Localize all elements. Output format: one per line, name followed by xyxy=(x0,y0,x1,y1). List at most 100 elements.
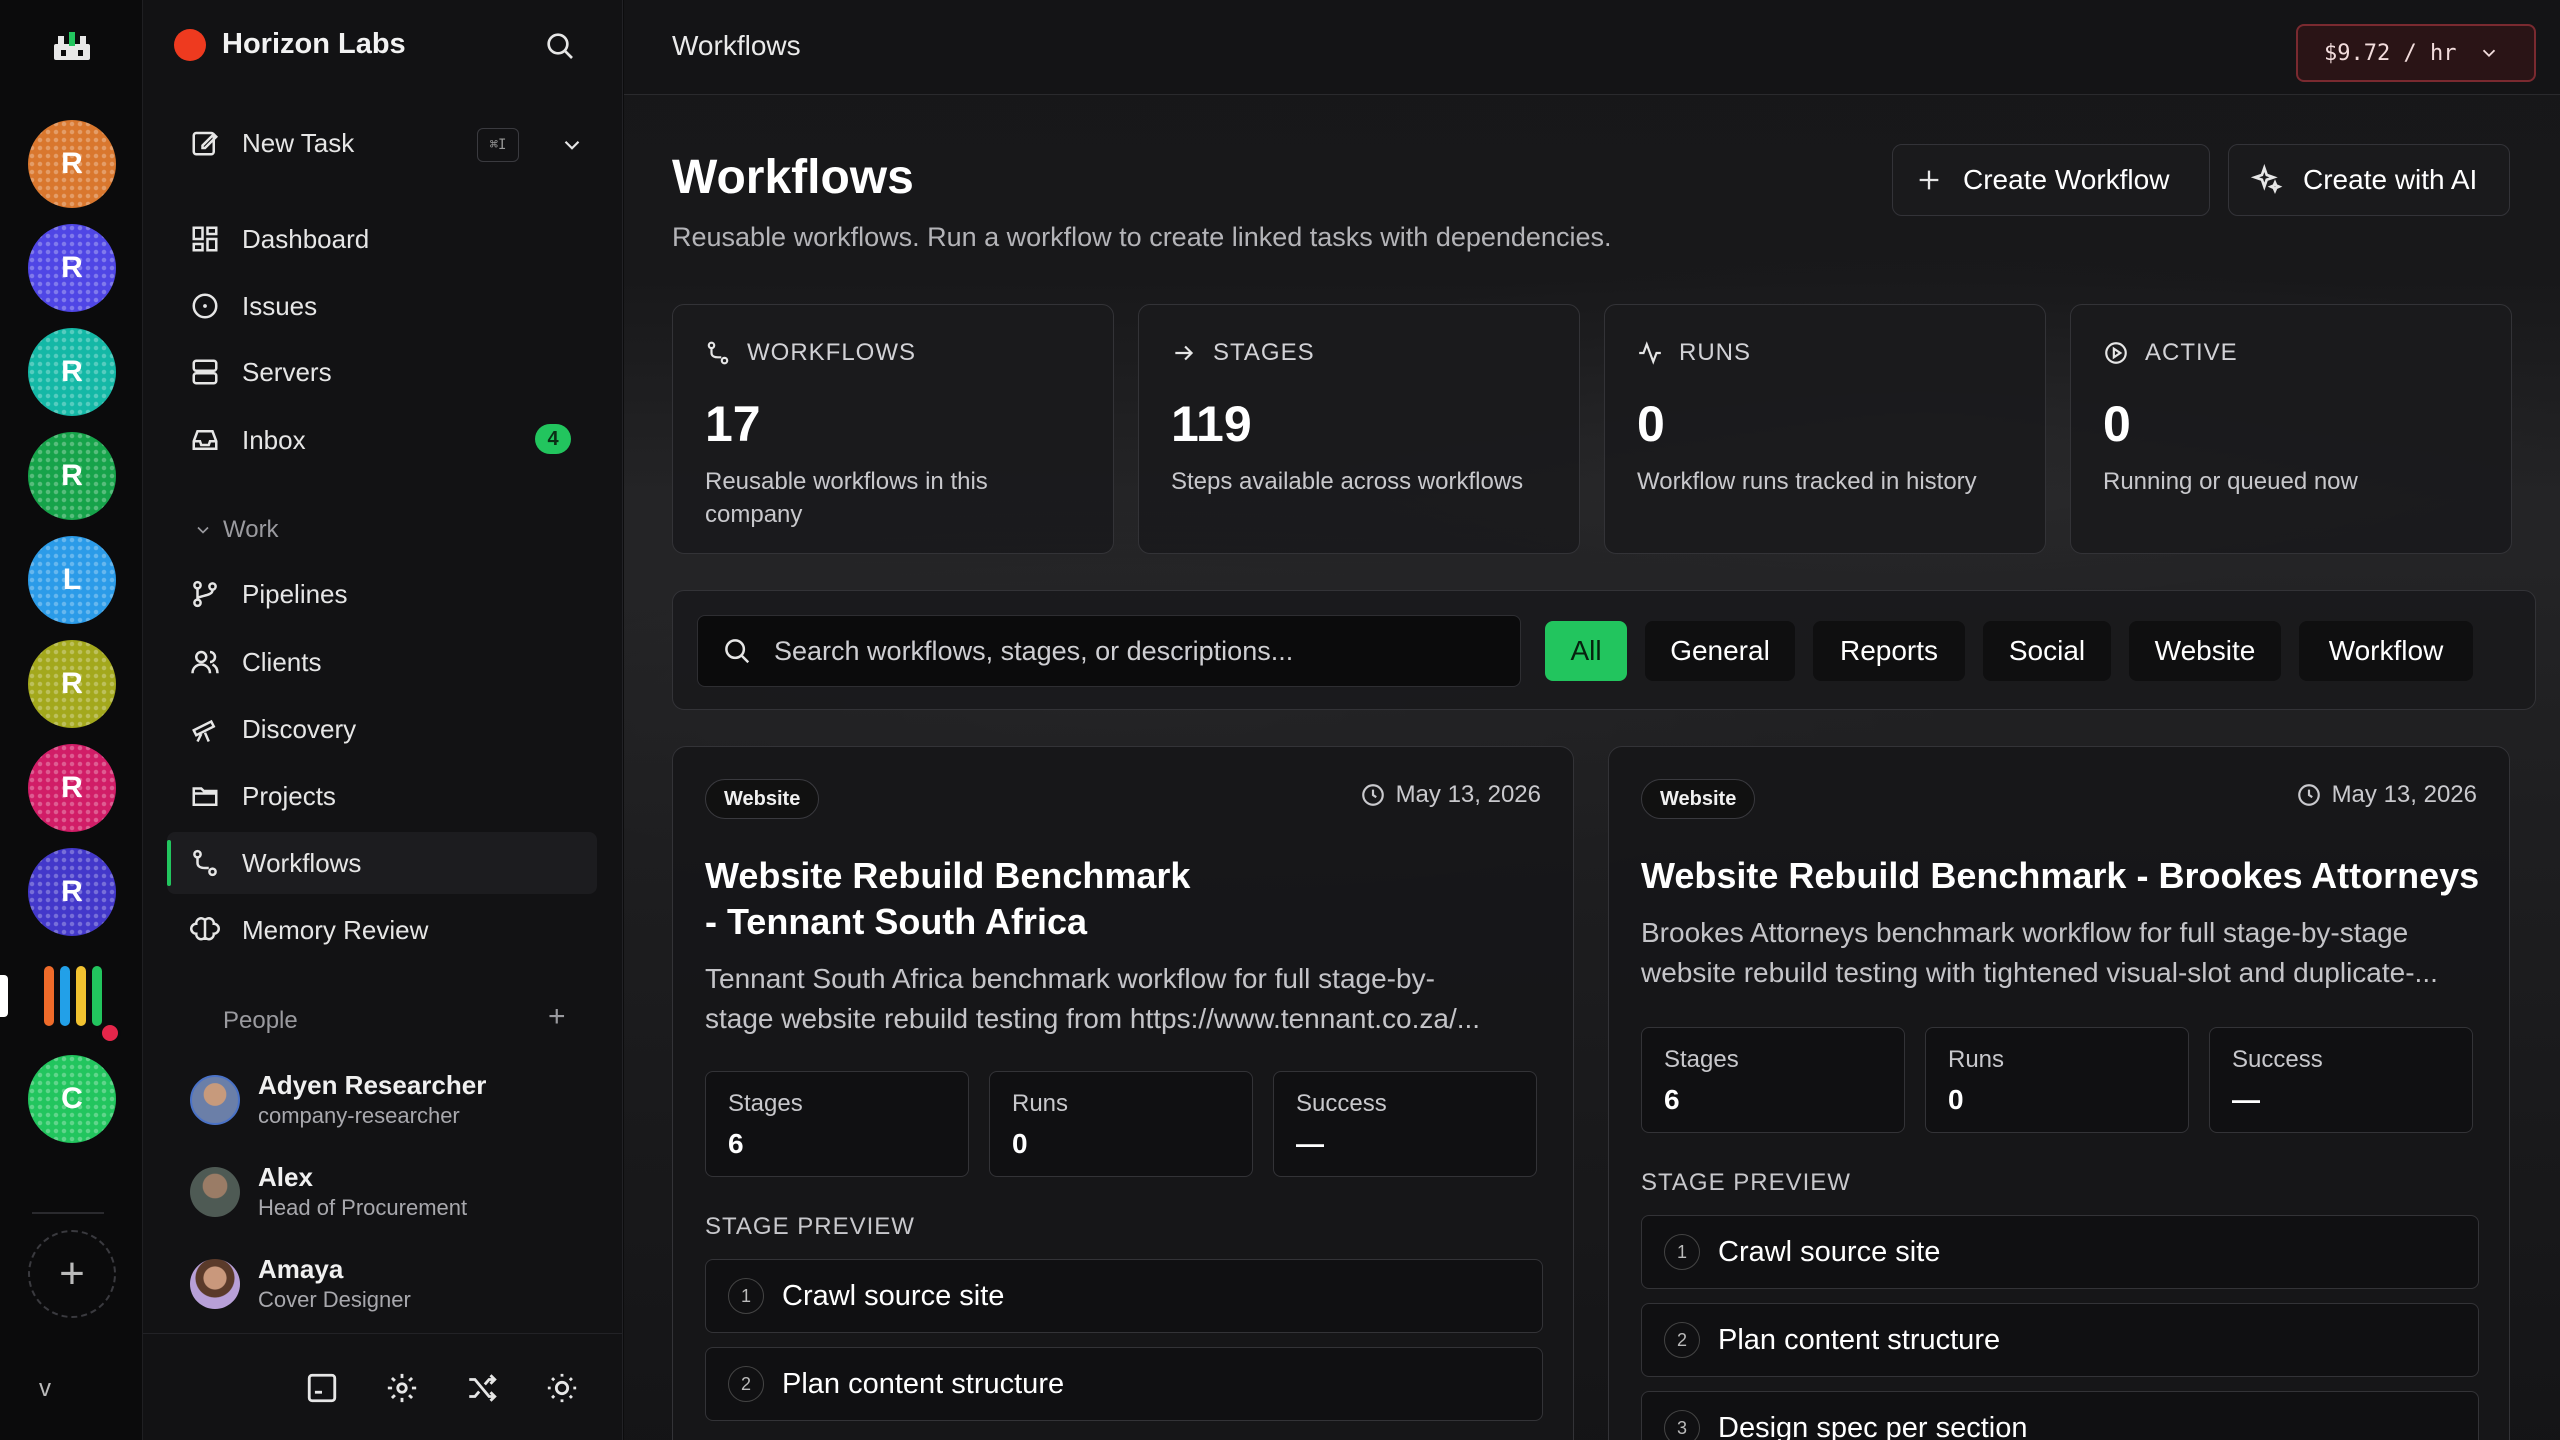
stat-description: Steps available across workflows xyxy=(1171,468,1524,495)
sidebar-item-inbox[interactable]: Inbox xyxy=(190,420,306,460)
sidebar-item-discovery[interactable]: Discovery xyxy=(190,709,356,749)
stage-preview-label: STAGE PREVIEW xyxy=(1641,1169,1851,1196)
sidebar-item-issues[interactable]: Issues xyxy=(190,286,317,326)
create-with-ai-button[interactable]: Create with AI xyxy=(2228,144,2510,216)
card-date-value: May 13, 2026 xyxy=(2331,781,2477,808)
company-avatar-2[interactable]: R xyxy=(28,224,116,312)
page-title: Workflows xyxy=(672,151,914,204)
search-input[interactable]: Search workflows, stages, or description… xyxy=(697,615,1521,687)
workflow-card[interactable]: Website May 13, 2026 Website Rebuild Ben… xyxy=(672,746,1574,1440)
stage-preview-item[interactable]: 1 Crawl source site xyxy=(705,1259,1543,1333)
stat-label: STAGES xyxy=(1213,339,1315,366)
stage-name: Crawl source site xyxy=(1718,1235,1941,1268)
new-task-button[interactable]: New Task xyxy=(190,123,354,163)
stages-metric: Stages 6 xyxy=(1641,1027,1905,1133)
company-avatar-4[interactable]: R xyxy=(28,432,116,520)
card-description: Tennant South Africa benchmark workflow … xyxy=(705,959,1480,1039)
sidebar-item-servers[interactable]: Servers xyxy=(190,352,332,392)
app-logo-icon[interactable] xyxy=(52,30,92,62)
sidebar-item-memory-review[interactable]: Memory Review xyxy=(190,910,428,950)
rail-divider xyxy=(32,1212,104,1214)
filter-chip-social[interactable]: Social xyxy=(1983,621,2111,681)
page-subtitle: Reusable workflows. Run a workflow to cr… xyxy=(672,222,1612,252)
stat-value: 17 xyxy=(705,396,761,452)
pipelines-icon xyxy=(193,580,217,608)
people-section-label: People xyxy=(223,1007,298,1034)
filter-chip-website[interactable]: Website xyxy=(2129,621,2281,681)
sidebar-item-label: Clients xyxy=(242,646,322,677)
new-task-shortcut: ⌘I xyxy=(477,128,519,162)
clock-icon xyxy=(1361,784,1384,806)
add-company-button[interactable]: + xyxy=(28,1230,116,1318)
cost-rate-dropdown[interactable]: $9.72 / hr xyxy=(2296,24,2536,82)
sidebar-item-label: Inbox xyxy=(242,424,306,455)
new-task-label: New Task xyxy=(242,127,355,158)
sidebar-item-pipelines[interactable]: Pipelines xyxy=(190,574,348,614)
work-section-toggle[interactable]: Work xyxy=(193,516,279,544)
sidebar-item-workflows[interactable]: Workflows xyxy=(190,843,361,883)
company-avatar-6[interactable]: R xyxy=(28,640,116,728)
filter-chip-all[interactable]: All xyxy=(1545,621,1627,681)
create-workflow-button[interactable]: Create Workflow xyxy=(1892,144,2210,216)
metric-value: 0 xyxy=(1948,1084,1964,1115)
panel-icon[interactable] xyxy=(305,1371,339,1405)
company-avatar-8[interactable]: R xyxy=(28,848,116,936)
workflow-card[interactable]: Website May 13, 2026 Website Rebuild Ben… xyxy=(1608,746,2510,1440)
person-role: Head of Procurement xyxy=(258,1195,468,1220)
stage-name: Crawl source site xyxy=(782,1279,1005,1312)
add-person-button[interactable]: + xyxy=(548,1000,566,1034)
sidebar-item-label: Servers xyxy=(242,356,332,387)
sidebar-item-label: Memory Review xyxy=(242,914,429,945)
play-circle-icon xyxy=(2105,342,2127,364)
stat-value: 0 xyxy=(1637,396,1665,452)
filter-chip-general[interactable]: General xyxy=(1645,621,1795,681)
notification-dot xyxy=(99,1022,121,1044)
stage-preview-item[interactable]: 2 Plan content structure xyxy=(705,1347,1543,1421)
metric-label: Stages xyxy=(728,1090,803,1117)
top-bar: Workflows $9.72 / hr xyxy=(624,0,2560,95)
stat-card-stages: STAGES 119 Steps available across workfl… xyxy=(1138,304,1580,554)
stat-description: Reusable workflows in this company xyxy=(705,468,988,528)
inbox-icon xyxy=(192,430,218,450)
company-avatar-1[interactable]: R xyxy=(28,120,116,208)
person-alex[interactable]: Alex Head of Procurement xyxy=(190,1162,467,1221)
person-name: Amaya xyxy=(258,1254,344,1284)
inbox-count-badge: 4 xyxy=(535,424,571,454)
selected-company-logo-icon[interactable] xyxy=(44,966,121,1044)
card-date-value: May 13, 2026 xyxy=(1395,781,1541,808)
search-icon[interactable] xyxy=(544,30,576,62)
search-icon xyxy=(725,639,750,664)
person-role: Cover Designer xyxy=(258,1287,411,1312)
sidebar-item-dashboard[interactable]: Dashboard xyxy=(190,219,369,259)
chevron-down-icon[interactable] xyxy=(559,132,585,158)
stat-value: 119 xyxy=(1171,396,1252,452)
filter-chip-reports[interactable]: Reports xyxy=(1813,621,1965,681)
company-avatar-3[interactable]: R xyxy=(28,328,116,416)
avatar xyxy=(190,1258,240,1309)
company-avatar-9[interactable]: C xyxy=(28,1055,116,1143)
company-avatar-5[interactable]: L xyxy=(28,536,116,624)
company-switcher[interactable]: Horizon Labs xyxy=(174,28,406,61)
stage-name: Plan content structure xyxy=(782,1367,1065,1400)
filter-chip-workflow[interactable]: Workflow xyxy=(2299,621,2473,681)
success-metric: Success — xyxy=(1273,1071,1537,1177)
sidebar-item-clients[interactable]: Clients xyxy=(190,642,321,682)
sidebar-item-projects[interactable]: Projects xyxy=(190,776,336,816)
stat-label: ACTIVE xyxy=(2145,339,2238,366)
gear-icon[interactable] xyxy=(385,1371,419,1405)
stage-preview-item[interactable]: 1 Crawl source site xyxy=(1641,1215,2479,1289)
servers-icon xyxy=(192,359,218,385)
shuffle-icon[interactable] xyxy=(465,1371,499,1405)
stage-preview-item[interactable]: 3 Design spec per section xyxy=(1641,1391,2479,1440)
stage-number: 1 xyxy=(1664,1234,1700,1270)
person-adyen-researcher[interactable]: Adyen Researcher company-researcher xyxy=(190,1070,486,1129)
company-avatar-7[interactable]: R xyxy=(28,744,116,832)
metric-label: Runs xyxy=(1012,1090,1069,1117)
person-role: company-researcher xyxy=(258,1103,460,1128)
stage-preview-item[interactable]: 2 Plan content structure xyxy=(1641,1303,2479,1377)
brain-icon xyxy=(190,917,220,941)
issues-icon xyxy=(192,293,218,319)
person-amaya[interactable]: Amaya Cover Designer xyxy=(190,1254,411,1313)
clock-icon xyxy=(2297,784,2320,806)
sun-icon[interactable] xyxy=(545,1371,579,1405)
